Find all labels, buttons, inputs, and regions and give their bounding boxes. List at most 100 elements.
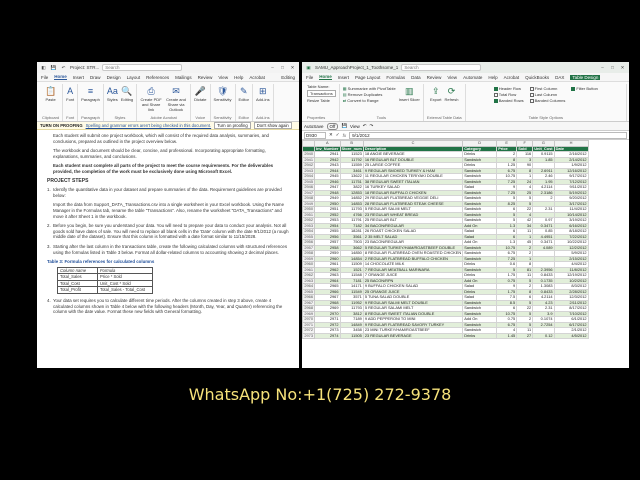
row-number[interactable]: 2972	[302, 327, 315, 334]
minimize-icon[interactable]: –	[599, 65, 606, 70]
tab-view[interactable]: View	[447, 75, 457, 80]
row-number[interactable]: 2953	[302, 222, 315, 229]
maximize-icon[interactable]: □	[279, 65, 286, 70]
tab-quickbooks[interactable]: QuickBooks	[525, 75, 549, 80]
tab-layout[interactable]: Layout	[127, 75, 141, 80]
paste-button[interactable]: 📋 Paste	[45, 86, 56, 102]
paragraph-button[interactable]: ≡ Paragraph	[81, 86, 100, 102]
data-cell[interactable]: 4/5/2012	[553, 332, 589, 339]
undo-icon[interactable]: ↶	[363, 123, 367, 129]
row-number[interactable]: 2962	[302, 272, 315, 279]
dictate-button[interactable]: 🎤 Dictate	[194, 86, 206, 102]
data-cell[interactable]: 2974	[314, 332, 341, 339]
fx-icon[interactable]: fx	[343, 133, 347, 138]
tab-review[interactable]: Review	[427, 75, 442, 80]
editing-mode-button[interactable]: Editing	[281, 75, 295, 80]
tab-view[interactable]: View	[218, 75, 228, 80]
row-number[interactable]: 2956	[302, 239, 315, 246]
data-cell[interactable]: 5 REGULAR TURKEY/HAM/ROASTBEEF DOUBLE	[362, 244, 464, 251]
maximize-icon[interactable]: □	[609, 65, 616, 70]
row-number[interactable]: 2955	[302, 233, 315, 240]
minimize-icon[interactable]: –	[269, 65, 276, 70]
row-number[interactable]: 2954	[302, 228, 315, 235]
tab-help[interactable]: Help	[234, 75, 243, 80]
tab-acrobat[interactable]: Acrobat	[249, 75, 265, 80]
remove-duplicates-button[interactable]: ▤ Remove Duplicates	[343, 92, 383, 97]
summarize-pivot-button[interactable]: ▦ Summarize with PivotTable	[343, 86, 396, 91]
tab-references[interactable]: References	[146, 75, 169, 80]
save-icon[interactable]: 💾	[341, 123, 347, 129]
tab-file[interactable]: File	[41, 75, 48, 80]
row-number[interactable]: 2968	[302, 305, 315, 312]
data-cell[interactable]: 2 REGULAR FLATBREAD BUFFALO CHICKEN	[362, 255, 464, 262]
option-header-row-checkbox[interactable]: Header Row	[493, 86, 521, 91]
editing-button[interactable]: 🔍 Editing	[121, 86, 133, 102]
row-number[interactable]: 2964	[302, 283, 315, 290]
row-number[interactable]: 2963	[302, 277, 315, 284]
data-cell[interactable]: 0.12	[532, 332, 555, 339]
row-number[interactable]: 2941	[302, 156, 315, 163]
refresh-button[interactable]: ⟳ Refresh	[445, 86, 459, 102]
row-number[interactable]: 2950	[302, 206, 315, 213]
row-number[interactable]: 2943	[302, 167, 315, 174]
data-cell[interactable]: 1.45	[496, 332, 518, 339]
row-number[interactable]: 2951	[302, 211, 315, 218]
header-cell-store_num[interactable]: Store_num	[339, 145, 364, 152]
tab-home[interactable]: Home	[54, 74, 67, 80]
data-cell[interactable]: 8 REGULAR FLATBREAD OVEN ROASTED CHICKEN	[362, 250, 464, 257]
worksheet-grid[interactable]: A B C D E F G H Inv_Number Store_num Description Ca…	[302, 140, 629, 368]
tab-design[interactable]: Design	[107, 75, 121, 80]
save-icon[interactable]: 💾	[50, 65, 57, 71]
word-document-body[interactable]: Each student will submit one project wor…	[37, 130, 299, 315]
row-number[interactable]: 2969	[302, 310, 315, 317]
close-icon[interactable]: ✕	[289, 65, 296, 71]
row-number[interactable]: 2960	[302, 261, 315, 268]
data-cell[interactable]: 11505	[339, 332, 364, 339]
option-filter-button-checkbox[interactable]: Filter Button	[571, 86, 598, 91]
tab-formulas[interactable]: Formulas	[386, 75, 405, 80]
row-number[interactable]: 2967	[302, 299, 315, 306]
row-number[interactable]: 2959	[302, 255, 315, 262]
option-banded-rows-checkbox[interactable]: Banded Rows	[493, 98, 524, 103]
tab-draw[interactable]: Draw	[90, 75, 101, 80]
autosave-toggle[interactable]: Off	[326, 122, 339, 130]
row-number[interactable]: 2948	[302, 195, 315, 202]
row-number[interactable]: 2958	[302, 250, 315, 257]
row-number[interactable]: 2945	[302, 178, 315, 185]
styles-button[interactable]: Aa Styles	[107, 86, 118, 102]
tab-file[interactable]: File	[306, 75, 313, 80]
row-number[interactable]: 2940	[302, 151, 315, 158]
row-number[interactable]: 2957	[302, 244, 315, 251]
formula-input[interactable]: 9/1/2012	[349, 131, 627, 139]
row-number[interactable]: 2949	[302, 200, 315, 207]
export-button[interactable]: ⇪ Export	[430, 86, 442, 102]
tab-acrobat[interactable]: Acrobat	[504, 75, 520, 80]
table-name-input[interactable]: Transactions	[307, 90, 336, 97]
tab-insert[interactable]: Insert	[338, 75, 349, 80]
enter-icon[interactable]: ✓	[336, 132, 340, 138]
row-number[interactable]: 2946	[302, 184, 315, 191]
header-cell-unit_cost[interactable]: Unit_Cost	[532, 145, 555, 152]
sensitivity-button[interactable]: 🛡 Sensitivity	[214, 86, 232, 102]
word-search-input[interactable]: Search	[102, 64, 183, 71]
undo-icon[interactable]: ↶	[60, 65, 67, 71]
row-number[interactable]: 2942	[302, 162, 315, 169]
cancel-icon[interactable]: ✕	[329, 132, 333, 138]
autosave-icon[interactable]: ◧	[40, 65, 47, 71]
tab-help[interactable]: Help	[488, 75, 497, 80]
redo-icon[interactable]: ↷	[370, 123, 374, 129]
turn-on-proofing-button[interactable]: Turn on proofing	[214, 122, 251, 129]
create-and-share-via-outlook-button[interactable]: ✉ Create and Share via Outlook	[165, 86, 187, 112]
dont-show-again-button[interactable]: Don't show again	[253, 122, 292, 129]
add-ins-button[interactable]: ⊞ Add-ins	[256, 86, 270, 102]
tab-data[interactable]: Data	[411, 75, 421, 80]
option-first-column-checkbox[interactable]: First Column	[529, 86, 557, 91]
row-number[interactable]: 2961	[302, 266, 315, 273]
header-cell-inv_number[interactable]: Inv_Number	[314, 145, 341, 152]
tab-home[interactable]: Home	[319, 74, 332, 80]
editor-button[interactable]: ✎ Editor	[239, 86, 249, 102]
row-number[interactable]: 2973	[302, 332, 315, 339]
option-banded-columns-checkbox[interactable]: Banded Columns	[529, 98, 565, 103]
row-number[interactable]: 2970	[302, 316, 315, 323]
name-box[interactable]: D930	[304, 131, 326, 139]
